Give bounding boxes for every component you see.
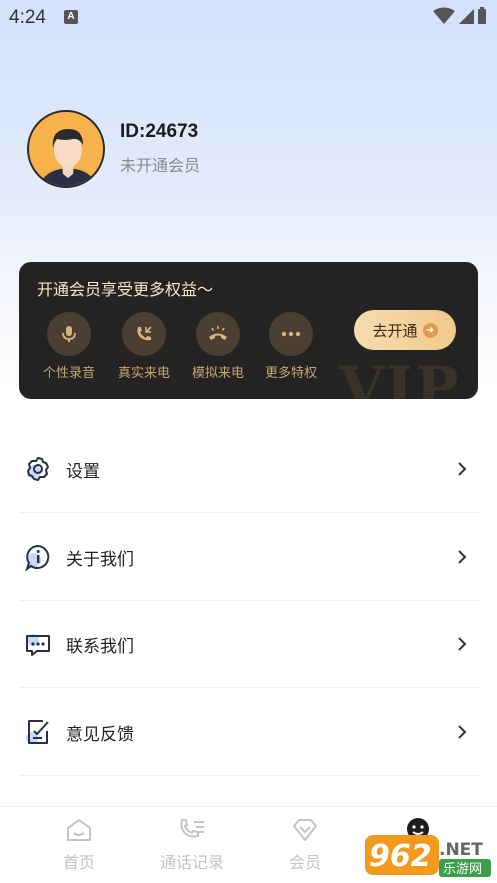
open-membership-label: 去开通 (372, 321, 418, 340)
perk-custom-recording[interactable]: 个性录音 (34, 312, 104, 381)
menu-label: 意见反馈 (66, 724, 134, 745)
vip-card[interactable]: VIP 开通会员享受更多权益～ 个性录音 真实来电 模拟来电 更多特权 去开通 … (19, 262, 478, 399)
menu-item-settings[interactable]: 设置 (19, 426, 478, 513)
avatar-person-icon (39, 128, 97, 186)
menu-item-contact[interactable]: 联系我们 (19, 601, 478, 688)
perk-real-call[interactable]: 真实来电 (109, 312, 179, 381)
chevron-right-icon (452, 549, 472, 565)
perk-simulated-call[interactable]: 模拟来电 (183, 312, 253, 381)
diamond-icon (293, 819, 317, 841)
info-icon (21, 540, 55, 574)
menu-label: 设置 (66, 461, 100, 482)
chevron-right-icon (452, 724, 472, 740)
site-watermark-logo: 962 .NET 乐游网 (365, 835, 491, 877)
feedback-icon (21, 715, 55, 749)
incoming-call-icon (137, 326, 152, 341)
vip-watermark: VIP (339, 354, 461, 399)
home-icon (67, 819, 91, 841)
notification-badge-icon: A (64, 10, 78, 24)
nav-item-home[interactable]: 首页 (34, 817, 124, 873)
menu-label: 关于我们 (66, 549, 134, 570)
signal-icon (459, 9, 474, 24)
nav-item-call-log[interactable]: 通话记录 (147, 817, 237, 873)
perk-label: 模拟来电 (191, 366, 244, 381)
chevron-right-icon (452, 636, 472, 652)
status-icons (433, 7, 487, 25)
battery-icon (478, 7, 486, 24)
perk-label: 个性录音 (42, 366, 95, 381)
avatar[interactable] (27, 110, 105, 188)
membership-status: 未开通会员 (120, 156, 201, 175)
watermark-caption: 乐游网 (443, 862, 482, 877)
menu-item-about[interactable]: 关于我们 (19, 514, 478, 601)
ringing-phone-icon (209, 326, 227, 340)
chevron-right-icon (452, 461, 472, 477)
arrow-right-icon: ➜ (422, 322, 438, 338)
message-icon (21, 627, 55, 661)
wifi-icon (433, 7, 455, 24)
perk-more[interactable]: 更多特权 (256, 312, 326, 381)
open-membership-button[interactable]: 去开通 ➜ (354, 310, 456, 350)
menu-item-feedback[interactable]: 意见反馈 (19, 689, 478, 776)
vip-title: 开通会员享受更多权益～ (37, 280, 214, 299)
status-time: 4:24 (9, 7, 46, 28)
settings-icon (21, 452, 55, 486)
watermark-suffix: .NET (439, 840, 483, 860)
watermark-brand: 962 (369, 839, 432, 874)
user-id: ID:24673 (120, 121, 199, 142)
nav-label: 会员 (288, 853, 321, 872)
menu-label: 联系我们 (66, 636, 134, 657)
nav-label: 首页 (62, 853, 95, 872)
microphone-icon (62, 326, 76, 342)
call-log-icon (180, 819, 204, 838)
more-dots-icon (281, 331, 301, 337)
perk-label: 更多特权 (264, 366, 317, 381)
perk-label: 真实来电 (117, 366, 170, 381)
nav-item-vip[interactable]: 会员 (260, 817, 350, 873)
status-bar: 4:24 A (0, 0, 497, 36)
nav-label: 通话记录 (159, 853, 224, 872)
